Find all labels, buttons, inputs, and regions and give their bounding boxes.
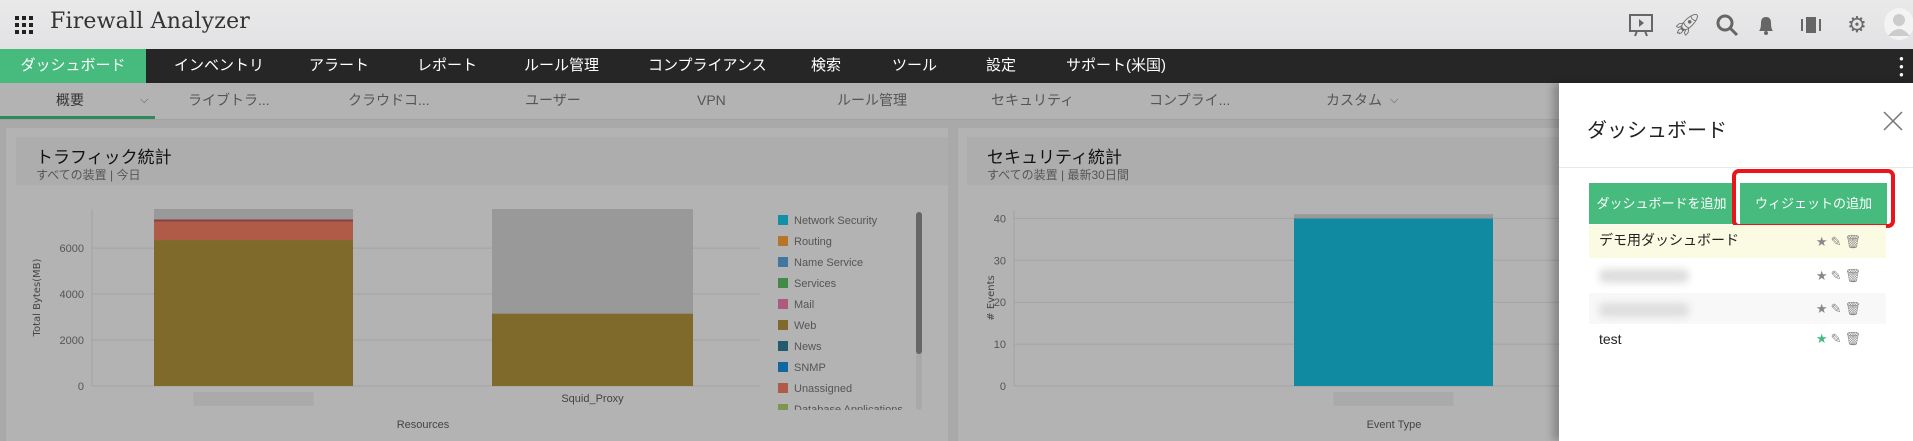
legend-label: Unassigned [794,383,853,395]
x-tick-label-redacted [1333,392,1454,406]
star-icon[interactable]: ★ [1816,331,1831,346]
legend-label: Mail [794,299,815,311]
bar-segment-other [1294,214,1493,219]
legend-swatch [778,215,788,225]
dashboard-row[interactable]: ★✎🗑︎ [1589,293,1886,324]
legend-scrollbar-thumb[interactable] [916,212,922,354]
x-axis-label: Resources [397,419,450,431]
bar-segment-unassigned [154,221,353,241]
y-tick-label: 4000 [60,289,84,301]
y-tick-label: 6000 [60,243,84,255]
legend-label: Network Security [794,215,878,227]
blurred-dashboard-name [1599,269,1689,283]
divider [1559,167,1913,168]
legend-item[interactable]: Mail [778,298,814,312]
edit-icon[interactable]: ✎ [1831,268,1845,283]
legend-item[interactable]: Network Security [778,214,877,228]
edit-icon[interactable]: ✎ [1831,331,1845,346]
bar-segment-network-security [1294,218,1493,386]
rocket-icon[interactable]: 🚀︎ [1673,12,1701,38]
star-icon[interactable]: ★ [1816,268,1831,283]
x-tick-label: Squid_Proxy [561,393,624,405]
security-chart: 010203040# EventsEvent Type [986,210,1559,431]
y-axis-label: Total Bytes(MB) [32,258,43,337]
dashboard-panel: ダッシュボード ダッシュボードを追加 ウィジェットの追加 デモ用ダッシュボード … [1559,83,1913,441]
legend-label: SNMP [794,362,826,374]
search-icon[interactable] [1714,12,1740,38]
more-menu-icon[interactable]: ● ● ● [1899,55,1907,79]
legend-label: Routing [794,236,832,248]
legend-item[interactable]: Unassigned [778,382,852,396]
legend-item[interactable]: Routing [778,235,832,249]
star-icon[interactable]: ★ [1816,301,1831,316]
dashboard-name: デモ用ダッシュボード [1599,232,1739,248]
y-tick-label: 10 [994,339,1006,351]
y-tick-label: 0 [1000,381,1006,393]
dashboard-row[interactable]: デモ用ダッシュボード ★✎🗑︎ [1589,225,1886,258]
dashboard-name: test [1599,331,1622,347]
delete-icon[interactable]: 🗑︎ [1844,331,1864,346]
edit-icon[interactable]: ✎ [1831,234,1845,249]
y-axis-label: # Events [986,275,997,320]
y-tick-label: 40 [994,213,1006,225]
bar-segment-web [492,313,693,386]
legend-item[interactable]: Name Service [778,256,863,270]
legend-swatch [778,278,788,288]
legend-label: Web [794,320,817,332]
x-axis-label: Event Type [1367,419,1422,431]
legend-swatch [778,404,788,410]
bar-segment-web [154,240,353,386]
legend-swatch [778,383,788,393]
legend-swatch [778,236,788,246]
legend-swatch [778,257,788,267]
legend-swatch [778,320,788,330]
avatar-icon[interactable] [1884,8,1913,40]
bar-segment-other [154,209,353,220]
y-tick-label: 30 [994,255,1006,267]
legend-swatch [778,362,788,372]
legend-swatch [778,299,788,309]
blurred-dashboard-name [1599,303,1689,317]
bar-segment-other [492,209,693,314]
delete-icon[interactable]: 🗑︎ [1844,301,1864,316]
highlight-box [1732,169,1895,228]
traffic-legend: Network Security Routing Name Service Servi… [778,214,918,410]
legend-label: Services [794,278,837,290]
legend-item[interactable]: SNMP [778,361,826,375]
legend-item[interactable]: Services [778,277,836,291]
legend-item[interactable]: News [778,340,822,354]
dashboard-row[interactable]: ★✎🗑︎ [1589,259,1886,293]
x-tick-label-redacted [193,392,314,406]
legend-item[interactable]: Web [778,319,816,333]
columns-icon[interactable] [1798,12,1824,38]
delete-icon[interactable]: 🗑︎ [1844,268,1864,283]
y-tick-label: 0 [78,381,84,393]
legend-label: Database Applications [794,404,903,410]
delete-icon[interactable]: 🗑︎ [1844,234,1864,249]
gear-icon[interactable]: ⚙ [1844,12,1870,38]
legend-label: Name Service [794,257,864,269]
dashboard-row[interactable]: test ★✎🗑︎ [1589,324,1886,354]
edit-icon[interactable]: ✎ [1831,301,1845,316]
presentation-icon[interactable] [1628,12,1654,38]
legend-swatch [778,341,788,351]
close-icon[interactable] [1881,109,1905,133]
bell-icon[interactable] [1753,12,1779,38]
legend-item[interactable]: Database Applications [778,403,903,410]
y-tick-label: 2000 [60,335,84,347]
panel-title: ダッシュボード [1587,120,1727,142]
add-dashboard-button[interactable]: ダッシュボードを追加 [1589,183,1734,224]
bar-segment-database-applications [154,219,353,222]
star-icon[interactable]: ★ [1816,234,1831,249]
legend-label: News [794,341,822,353]
